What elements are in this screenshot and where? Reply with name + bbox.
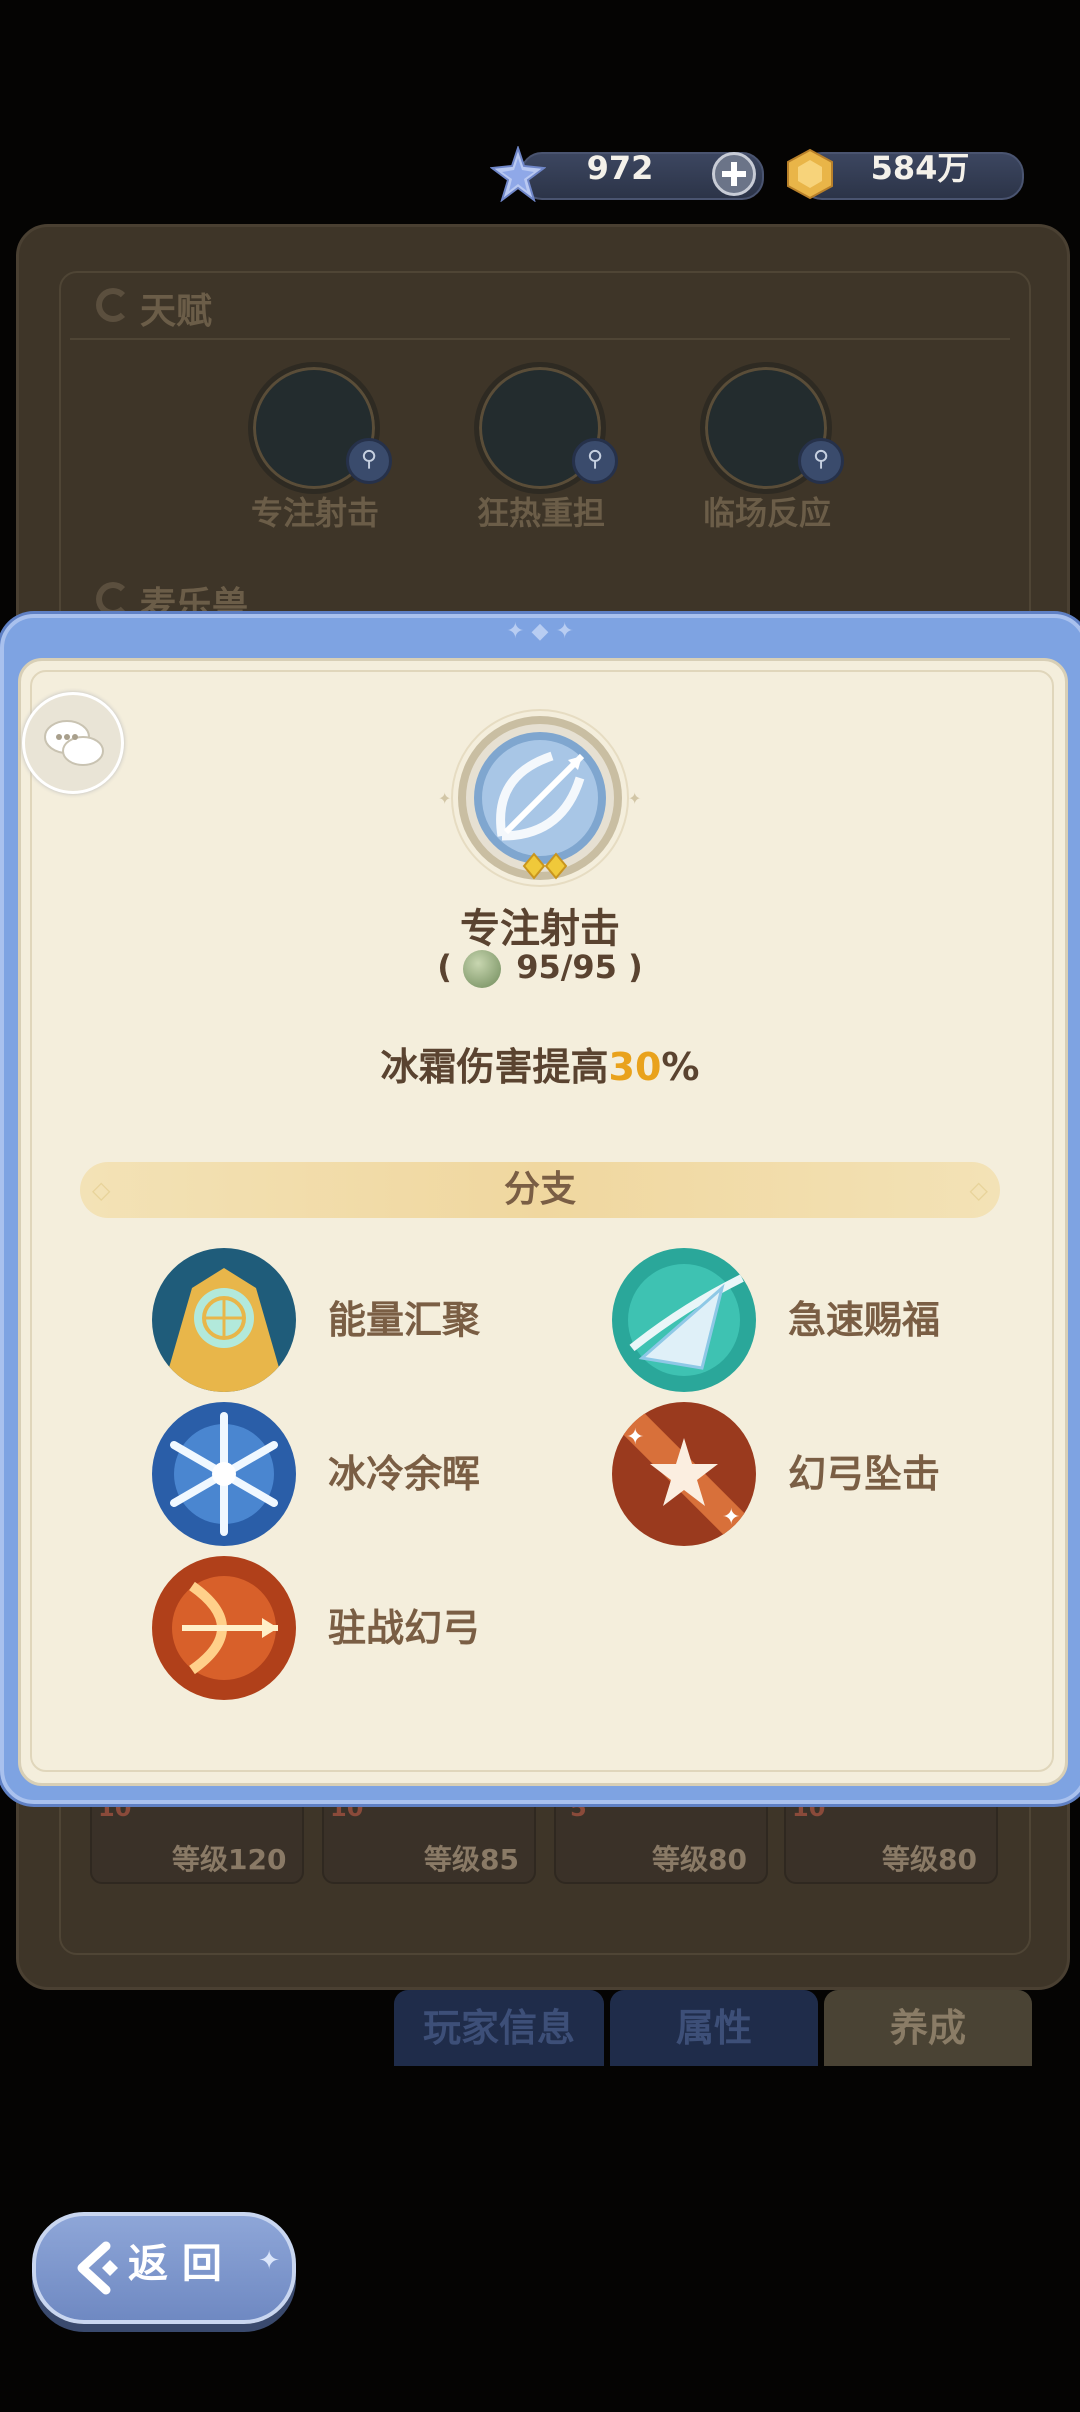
tab-develop[interactable]: 养成 [824,1990,1032,2066]
diamond-ornament-icon: ◇ [969,1176,988,1204]
tab-attributes[interactable]: 属性 [610,1990,818,2066]
branch-label: 驻战幻弓 [328,1606,481,1650]
chat-button[interactable] [22,692,124,794]
skill-progress: ( 95/95 ) [0,948,1080,988]
pet-level: 等级85 [424,1843,519,1876]
effect-unit: % [661,1045,700,1089]
chat-icon [44,720,104,766]
progress-value: 95/95 [516,948,617,986]
talent-divider [70,338,1010,340]
pet-level: 等级80 [882,1843,977,1876]
currency-bar: 972 584万 [489,144,1030,203]
talent-section-icon [96,288,130,322]
branch-label: 幻弓坠击 [788,1452,941,1496]
talent-label: 狂热重担 [476,494,605,532]
back-label: 返 回 [128,2241,222,2287]
branch-header: 分支 [503,1169,576,1210]
back-arrow-icon [77,2241,118,2295]
focus-shot-emblem-icon: ✦ ✦ [432,706,648,896]
branch-header-bar: ◇ 分支 ◇ [80,1162,1000,1218]
sparkle-icon: ✦ [258,2246,280,2276]
skill-title: 专注射击 [460,906,620,952]
skill-effect: 冰霜伤害提高30% [0,1036,1080,1091]
mossy-stone-icon [463,950,502,988]
back-button[interactable]: 返 回 ✦ [32,2212,296,2324]
snowflake-icon[interactable] [152,1402,296,1546]
tab-player-info[interactable]: 玩家信息 [394,1990,604,2066]
magnifier-icon: ⚲ [346,438,392,484]
progress-paren-close: ) [628,948,643,986]
progress-paren-open: ( [437,948,452,986]
svg-text:✦: ✦ [438,789,451,808]
magnifier-icon: ⚲ [798,438,844,484]
modal-top-ornament: ✦ ◆ ✦ [506,619,574,644]
phantom-bow-strike-icon[interactable]: ✦ ✦ [612,1402,756,1546]
pets-section-icon [96,582,130,616]
svg-text:✦: ✦ [628,789,641,808]
svg-text:✦: ✦ [626,1425,644,1450]
effect-value: 30 [608,1045,662,1089]
gold-count: 584万 [870,149,970,187]
gold-coin-icon [784,148,836,200]
stationed-phantom-bow-icon[interactable] [152,1556,296,1700]
pet-level: 等级120 [172,1843,287,1876]
talent-label: 专注射击 [250,494,379,532]
swift-blessing-icon[interactable] [612,1248,756,1392]
talent-label: 临场反应 [702,494,831,532]
branch-label: 冰冷余晖 [328,1452,481,1496]
add-gem-button[interactable] [712,152,756,196]
talent-header: 天赋 [140,291,213,332]
gem-count: 972 [586,149,654,187]
branch-label: 急速赐福 [788,1298,941,1342]
energy-gather-icon[interactable] [152,1248,296,1392]
magnifier-icon: ⚲ [572,438,618,484]
branch-label: 能量汇聚 [328,1298,481,1342]
pet-level: 等级80 [652,1843,747,1876]
gem-icon [489,144,547,203]
plus-icon [722,162,746,186]
effect-text: 冰霜伤害提高 [380,1045,609,1089]
